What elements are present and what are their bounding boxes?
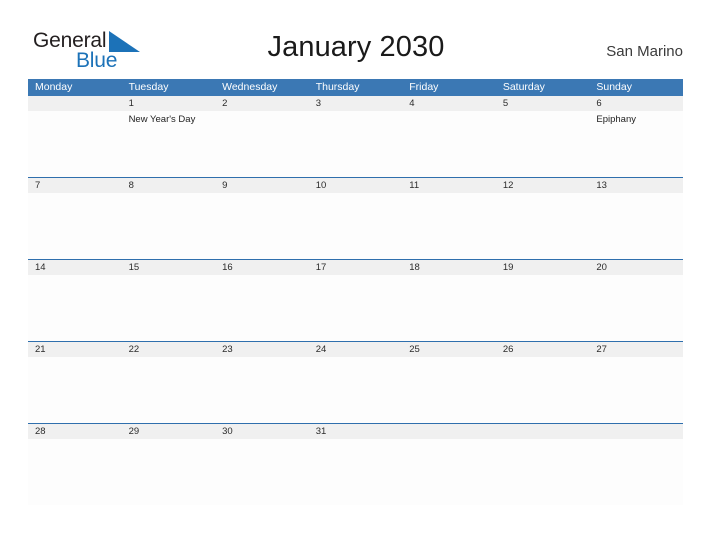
day-event bbox=[496, 111, 590, 177]
day-event bbox=[402, 275, 496, 341]
day-number[interactable]: 20 bbox=[589, 260, 683, 275]
day-event: Epiphany bbox=[596, 114, 636, 125]
day-number[interactable]: 5 bbox=[496, 96, 590, 111]
day-number[interactable]: 13 bbox=[589, 178, 683, 193]
day-number[interactable]: 27 bbox=[589, 342, 683, 357]
day-event bbox=[402, 193, 496, 259]
day-number-strip: 1 2 3 4 5 6 bbox=[28, 96, 683, 111]
day-number[interactable]: 29 bbox=[122, 424, 216, 439]
calendar-week-row: 1 2 3 4 5 6 New Year's Day Epiphany bbox=[28, 96, 683, 177]
day-event bbox=[496, 439, 590, 505]
day-number[interactable]: 3 bbox=[309, 96, 403, 111]
day-event bbox=[28, 439, 122, 505]
calendar-grid: Monday Tuesday Wednesday Thursday Friday… bbox=[28, 79, 683, 505]
weekday-header-row: Monday Tuesday Wednesday Thursday Friday… bbox=[28, 79, 683, 96]
day-event bbox=[496, 357, 590, 423]
day-event bbox=[402, 111, 496, 177]
day-event bbox=[589, 439, 683, 505]
day-number[interactable] bbox=[28, 96, 122, 111]
day-event-strip bbox=[28, 439, 683, 505]
day-number[interactable]: 30 bbox=[215, 424, 309, 439]
day-event bbox=[309, 357, 403, 423]
day-event: New Year's Day bbox=[128, 114, 196, 125]
weekday-header-tuesday: Tuesday bbox=[128, 81, 169, 93]
day-number[interactable]: 31 bbox=[309, 424, 403, 439]
day-event bbox=[122, 357, 216, 423]
day-number[interactable]: 28 bbox=[28, 424, 122, 439]
day-event bbox=[215, 111, 309, 177]
day-number[interactable]: 14 bbox=[28, 260, 122, 275]
day-number[interactable]: 11 bbox=[402, 178, 496, 193]
weekday-header-sunday: Sunday bbox=[596, 81, 632, 93]
day-event bbox=[28, 111, 122, 177]
day-event bbox=[215, 357, 309, 423]
day-number[interactable]: 2 bbox=[215, 96, 309, 111]
day-number-strip: 7 8 9 10 11 12 13 bbox=[28, 178, 683, 193]
region-label: San Marino bbox=[606, 43, 683, 60]
day-event bbox=[122, 275, 216, 341]
day-number[interactable] bbox=[496, 424, 590, 439]
calendar-week-row: 28 29 30 31 bbox=[28, 423, 683, 505]
day-event bbox=[589, 193, 683, 259]
day-number[interactable]: 6 bbox=[589, 96, 683, 111]
calendar-week-row: 14 15 16 17 18 19 20 bbox=[28, 259, 683, 341]
day-number[interactable]: 23 bbox=[215, 342, 309, 357]
weekday-header-wednesday: Wednesday bbox=[222, 81, 278, 93]
day-event bbox=[215, 439, 309, 505]
day-event bbox=[589, 275, 683, 341]
day-number[interactable]: 24 bbox=[309, 342, 403, 357]
page-title: January 2030 bbox=[267, 31, 445, 63]
day-number[interactable]: 26 bbox=[496, 342, 590, 357]
weekday-header-saturday: Saturday bbox=[502, 81, 545, 93]
day-event bbox=[215, 193, 309, 259]
day-number[interactable]: 22 bbox=[122, 342, 216, 357]
day-event bbox=[122, 193, 216, 259]
weekday-header-monday: Monday bbox=[35, 81, 73, 93]
day-number[interactable]: 8 bbox=[122, 178, 216, 193]
day-number[interactable]: 12 bbox=[496, 178, 590, 193]
day-number[interactable]: 15 bbox=[122, 260, 216, 275]
day-number[interactable]: 4 bbox=[402, 96, 496, 111]
day-event-strip bbox=[28, 275, 683, 341]
day-event bbox=[309, 275, 403, 341]
day-number[interactable]: 18 bbox=[402, 260, 496, 275]
day-event bbox=[122, 439, 216, 505]
day-event bbox=[215, 275, 309, 341]
day-event bbox=[402, 439, 496, 505]
day-event bbox=[28, 357, 122, 423]
day-event bbox=[589, 357, 683, 423]
day-number[interactable]: 25 bbox=[402, 342, 496, 357]
day-number-strip: 28 29 30 31 bbox=[28, 424, 683, 439]
day-number-strip: 21 22 23 24 25 26 27 bbox=[28, 342, 683, 357]
day-number[interactable]: 1 bbox=[122, 96, 216, 111]
day-event bbox=[309, 111, 403, 177]
day-event bbox=[496, 193, 590, 259]
day-event bbox=[309, 439, 403, 505]
calendar-week-row: 21 22 23 24 25 26 27 bbox=[28, 341, 683, 423]
day-event-strip bbox=[28, 357, 683, 423]
day-number[interactable]: 9 bbox=[215, 178, 309, 193]
day-event bbox=[309, 193, 403, 259]
day-number[interactable]: 7 bbox=[28, 178, 122, 193]
day-number[interactable]: 10 bbox=[309, 178, 403, 193]
day-number[interactable] bbox=[402, 424, 496, 439]
day-number[interactable]: 17 bbox=[309, 260, 403, 275]
day-event bbox=[28, 275, 122, 341]
page-header: General Blue January 2030 San Marino bbox=[0, 0, 712, 76]
day-event bbox=[496, 275, 590, 341]
day-number[interactable]: 19 bbox=[496, 260, 590, 275]
day-number[interactable]: 16 bbox=[215, 260, 309, 275]
weekday-header-thursday: Thursday bbox=[315, 81, 360, 93]
day-event bbox=[402, 357, 496, 423]
day-event-strip: New Year's Day Epiphany bbox=[28, 111, 683, 177]
day-event bbox=[28, 193, 122, 259]
calendar-page: General Blue January 2030 San Marino Mon… bbox=[0, 0, 712, 550]
calendar-week-row: 7 8 9 10 11 12 13 bbox=[28, 177, 683, 259]
day-number-strip: 14 15 16 17 18 19 20 bbox=[28, 260, 683, 275]
weekday-header-friday: Friday bbox=[409, 81, 439, 93]
day-number[interactable] bbox=[589, 424, 683, 439]
day-event-strip bbox=[28, 193, 683, 259]
day-number[interactable]: 21 bbox=[28, 342, 122, 357]
